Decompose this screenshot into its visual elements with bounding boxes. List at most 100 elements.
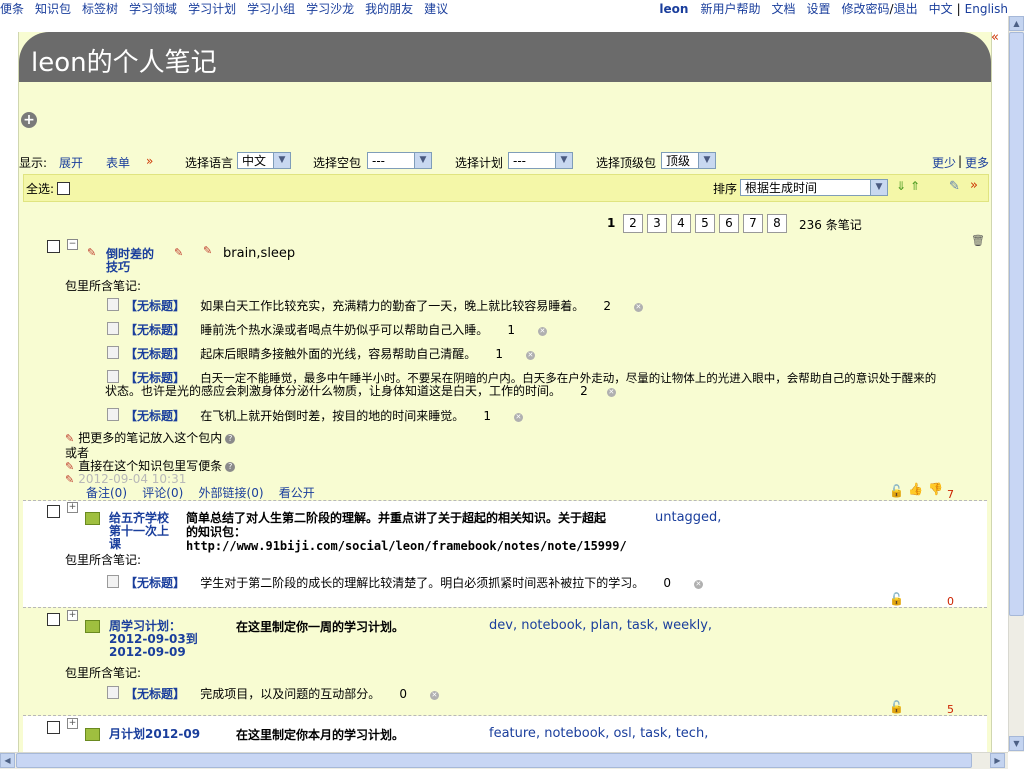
edit-tags-icon[interactable]: ✎ xyxy=(203,244,212,257)
new-user-help-link[interactable]: 新用户帮助 xyxy=(700,2,760,16)
sub-note-title[interactable]: 【无标题】 xyxy=(125,576,185,590)
sub-note-title[interactable]: 【无标题】 xyxy=(125,323,185,337)
external-links-link[interactable]: 外部链接(0) xyxy=(199,486,264,500)
horizontal-scrollbar[interactable]: ◀ ▶ xyxy=(0,752,1008,769)
note-title[interactable]: 周学习计划： 2012-09-03到 2012-09-09 xyxy=(109,620,198,659)
expand-toggle-icon[interactable]: + xyxy=(67,718,78,729)
sort-desc-icon[interactable]: ⇓ xyxy=(896,179,906,193)
docs-link[interactable]: 文档 xyxy=(771,2,795,16)
tag-link[interactable]: weekly xyxy=(662,618,707,633)
nav-tag-tree[interactable]: 标签树 xyxy=(82,2,118,16)
lang-chinese-link[interactable]: 中文 xyxy=(929,2,953,16)
help-icon[interactable]: ? xyxy=(225,434,236,444)
remove-icon[interactable]: ✕ xyxy=(693,580,703,589)
nav-my-friends[interactable]: 我的朋友 xyxy=(365,2,413,16)
note-checkbox[interactable] xyxy=(47,505,60,518)
tag-link[interactable]: task xyxy=(640,726,667,741)
help-icon[interactable]: ? xyxy=(225,462,236,472)
remarks-link[interactable]: 备注(0) xyxy=(86,486,127,500)
trash-icon[interactable]: 🗑 xyxy=(971,234,985,247)
select-all-checkbox[interactable] xyxy=(57,182,70,195)
tag-link[interactable]: notebook xyxy=(544,726,605,741)
tag-link[interactable]: tech xyxy=(676,726,704,741)
add-icon[interactable]: + xyxy=(21,112,37,128)
thumbs-up-icon[interactable]: 👍 xyxy=(908,482,923,496)
note-tags[interactable]: untagged, xyxy=(655,510,721,525)
sub-note-title[interactable]: 【无标题】 xyxy=(125,347,185,361)
thumbs-down-icon[interactable]: 👎 xyxy=(928,482,943,496)
note-title[interactable]: 倒时差的 技巧 xyxy=(106,248,154,274)
nav-knowledge-pack[interactable]: 知识包 xyxy=(35,2,71,16)
scroll-up-icon[interactable]: ▲ xyxy=(1009,16,1024,31)
note-checkbox[interactable] xyxy=(47,240,60,253)
change-password-link[interactable]: 修改密码 xyxy=(842,2,890,16)
nav-study-field[interactable]: 学习领域 xyxy=(129,2,177,16)
language-select[interactable]: 中文 ▼ xyxy=(237,152,291,169)
page-7-button[interactable]: 7 xyxy=(743,214,763,233)
tag-link[interactable]: plan xyxy=(590,618,618,633)
lock-icon[interactable]: 🔓 xyxy=(889,484,904,498)
page-3-button[interactable]: 3 xyxy=(647,214,667,233)
expand-toggle-icon[interactable]: + xyxy=(67,610,78,621)
tag-link[interactable]: dev xyxy=(489,618,513,633)
remove-icon[interactable]: ✕ xyxy=(537,327,547,336)
nav-study-plan[interactable]: 学习计划 xyxy=(188,2,236,16)
note-title[interactable]: 给五齐学校 第十一次上课 xyxy=(109,512,169,551)
nav-study-salon[interactable]: 学习沙龙 xyxy=(306,2,354,16)
vertical-scrollbar[interactable]: ▲ ▼ xyxy=(1008,16,1024,752)
clip-icon[interactable]: ✎ xyxy=(949,179,960,194)
top-pack-select[interactable]: 顶级 ▼ xyxy=(661,152,716,169)
scroll-left-icon[interactable]: ◀ xyxy=(0,753,15,768)
note-checkbox[interactable] xyxy=(47,721,60,734)
page-5-button[interactable]: 5 xyxy=(695,214,715,233)
remove-icon[interactable]: ✕ xyxy=(606,388,616,397)
tag-link[interactable]: feature xyxy=(489,726,536,741)
edit-title-icon[interactable]: ✎ xyxy=(174,246,183,259)
nav-study-group[interactable]: 学习小组 xyxy=(247,2,295,16)
form-link[interactable]: 表单 xyxy=(106,154,130,171)
sub-note-title[interactable]: 【无标题】 xyxy=(125,299,185,313)
page-2-button[interactable]: 2 xyxy=(623,214,643,233)
sort-asc-icon[interactable]: ⇑ xyxy=(910,179,920,193)
page-8-button[interactable]: 8 xyxy=(767,214,787,233)
header-expand-arrow[interactable]: » xyxy=(970,178,978,193)
tag-link[interactable]: osl xyxy=(613,726,631,741)
note-title[interactable]: 月计划2012-09 xyxy=(109,728,200,741)
sub-note-title[interactable]: 【无标题】 xyxy=(125,371,185,385)
remove-icon[interactable]: ✕ xyxy=(429,691,439,700)
sort-select[interactable]: 根据生成时间 ▼ xyxy=(740,179,888,196)
scroll-down-icon[interactable]: ▼ xyxy=(1009,736,1024,751)
nav-notes[interactable]: 便条 xyxy=(0,2,24,16)
note-checkbox[interactable] xyxy=(47,613,60,626)
remove-icon[interactable]: ✕ xyxy=(633,303,643,312)
less-link[interactable]: 更少 xyxy=(932,154,956,171)
horizontal-scroll-thumb[interactable] xyxy=(16,753,972,768)
expand-link[interactable]: 展开 xyxy=(59,154,83,171)
lock-icon[interactable]: 🔓 xyxy=(889,700,904,714)
lock-icon[interactable]: 🔓 xyxy=(889,592,904,606)
tag-link[interactable]: notebook xyxy=(521,618,582,633)
more-link[interactable]: 更多 xyxy=(965,154,989,171)
lang-english-link[interactable]: English xyxy=(965,2,1008,16)
nav-suggestion[interactable]: 建议 xyxy=(424,2,448,16)
note-tags[interactable]: brain,sleep xyxy=(223,246,295,261)
write-direct-link[interactable]: 直接在这个知识包里写便条 xyxy=(78,459,222,473)
put-more-link[interactable]: 把更多的笔记放入这个包内 xyxy=(78,431,222,445)
sub-note-title[interactable]: 【无标题】 xyxy=(125,409,185,423)
page-6-button[interactable]: 6 xyxy=(719,214,739,233)
form-expand-arrow[interactable]: » xyxy=(146,154,153,168)
view-public-link[interactable]: 看公开 xyxy=(279,486,315,500)
expand-toggle-icon[interactable]: + xyxy=(67,502,78,513)
plan-select[interactable]: --- ▼ xyxy=(508,152,573,169)
settings-link[interactable]: 设置 xyxy=(807,2,831,16)
comments-link[interactable]: 评论(0) xyxy=(142,486,183,500)
collapse-panel-button[interactable]: « xyxy=(991,30,999,45)
collapse-toggle-icon[interactable]: − xyxy=(67,239,78,250)
sub-note-title[interactable]: 【无标题】 xyxy=(125,687,185,701)
remove-icon[interactable]: ✕ xyxy=(525,351,535,360)
page-4-button[interactable]: 4 xyxy=(671,214,691,233)
remove-icon[interactable]: ✕ xyxy=(513,413,523,422)
vertical-scroll-thumb[interactable] xyxy=(1009,32,1024,616)
scroll-right-icon[interactable]: ▶ xyxy=(990,753,1005,768)
logout-link[interactable]: 退出 xyxy=(894,2,918,16)
